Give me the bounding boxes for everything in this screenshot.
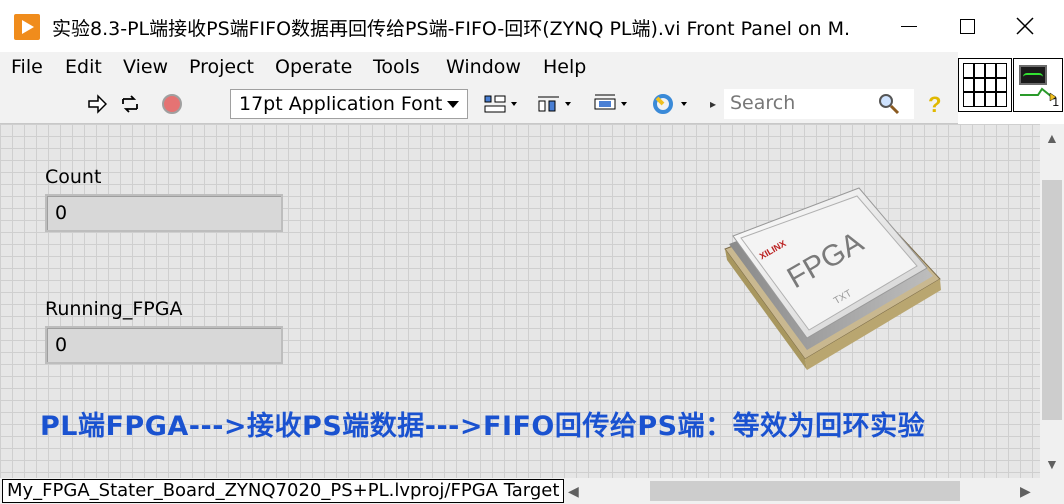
running-fpga-indicator[interactable]: 0 xyxy=(45,326,283,364)
vi-icon[interactable]: 1 xyxy=(1013,58,1063,112)
scroll-corner xyxy=(1040,478,1064,504)
font-select[interactable]: 17pt Application Font xyxy=(230,89,468,119)
maximize-button[interactable] xyxy=(938,0,996,52)
horizontal-scroll-thumb[interactable] xyxy=(650,481,960,501)
help-icon[interactable]: ? xyxy=(928,92,941,118)
distribute-objects-icon[interactable] xyxy=(536,92,576,116)
project-target-path[interactable]: My_FPGA_Stater_Board_ZYNQ7020_PS+PL.lvpr… xyxy=(2,479,564,503)
resize-objects-icon[interactable] xyxy=(592,92,632,116)
maximize-icon xyxy=(959,18,975,34)
align-objects-icon[interactable] xyxy=(482,92,522,116)
abort-icon[interactable] xyxy=(160,92,184,116)
menu-view[interactable]: View xyxy=(123,56,168,78)
vertical-scroll-thumb[interactable] xyxy=(1042,180,1062,420)
search-icon[interactable] xyxy=(876,92,902,116)
window-title: 实验8.3-PL端接收PS端FIFO数据再回传给PS端-FIFO-回环(ZYNQ… xyxy=(52,18,852,40)
close-icon xyxy=(1016,17,1034,35)
connector-pane[interactable] xyxy=(958,58,1012,112)
fpga-chip-image: FPGA XILINX TXT xyxy=(715,184,945,384)
vi-instance-number: 1 xyxy=(1052,95,1059,109)
labview-vi-icon xyxy=(14,14,40,40)
menu-window[interactable]: Window xyxy=(446,56,521,78)
menu-file[interactable]: File xyxy=(11,56,43,78)
scroll-right-icon[interactable]: ▶ xyxy=(1020,483,1031,500)
menu-bar: File Edit View Project Operate Tools Win… xyxy=(0,52,958,84)
menu-tools[interactable]: Tools xyxy=(373,56,420,78)
running-fpga-label: Running_FPGA xyxy=(45,298,183,320)
menu-project[interactable]: Project xyxy=(189,56,254,78)
count-label: Count xyxy=(45,166,102,188)
menu-edit[interactable]: Edit xyxy=(65,56,102,78)
count-indicator[interactable]: 0 xyxy=(45,194,283,232)
scroll-down-icon[interactable]: ▼ xyxy=(1045,456,1059,472)
run-continuously-icon[interactable] xyxy=(118,92,142,116)
scroll-up-icon[interactable]: ▲ xyxy=(1045,130,1059,146)
menu-help[interactable]: Help xyxy=(543,56,586,78)
scroll-left-icon[interactable]: ◀ xyxy=(568,483,579,500)
title-bar: 实验8.3-PL端接收PS端FIFO数据再回传给PS端-FIFO-回环(ZYNQ… xyxy=(0,0,1064,52)
search-expand-icon[interactable]: ▸ xyxy=(706,92,720,116)
minimize-button[interactable] xyxy=(880,0,938,52)
menu-operate[interactable]: Operate xyxy=(275,56,352,78)
reorder-icon[interactable] xyxy=(650,92,692,116)
minimize-icon xyxy=(901,25,917,27)
font-select-value: 17pt Application Font xyxy=(239,93,443,115)
close-button[interactable] xyxy=(996,0,1054,52)
toolbar: 17pt Application Font ▸ Search ? xyxy=(0,84,958,124)
front-panel-canvas[interactable]: Count 0 Running_FPGA 0 FPGA XILINX TXT P… xyxy=(0,124,1040,478)
description-banner: PL端FPGA--->接收PS端数据--->FIFO回传给PS端：等效为回环实验 xyxy=(40,411,926,442)
chevron-down-icon xyxy=(447,101,459,108)
run-arrow-icon[interactable] xyxy=(86,92,108,116)
